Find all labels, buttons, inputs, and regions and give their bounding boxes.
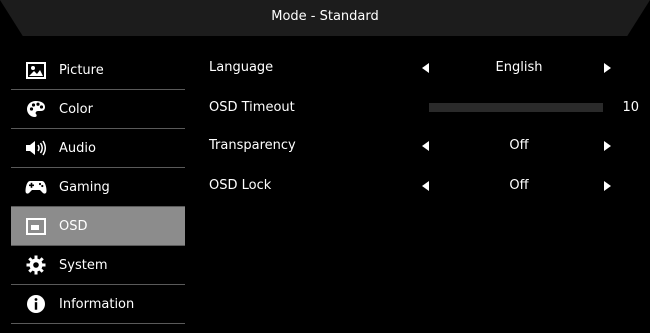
sidebar-item-gaming[interactable]: Gaming [11, 168, 185, 207]
sidebar-item-label: OSD [59, 218, 88, 234]
sidebar-item-label: System [59, 257, 108, 273]
arrow-left-icon[interactable] [422, 181, 429, 191]
sidebar-item-color[interactable]: Color [11, 90, 185, 129]
sidebar-item-audio[interactable]: Audio [11, 129, 185, 168]
palette-icon [25, 99, 47, 119]
info-icon [25, 294, 47, 314]
sidebar-item-label: Color [59, 101, 93, 117]
osd-menu: Mode - Standard Picture Color Audio Gami… [0, 0, 650, 333]
sidebar-item-osd[interactable]: OSD [11, 207, 185, 246]
osd-lock-setting[interactable]: OSD Lock Off [209, 176, 639, 196]
osd-timeout-setting[interactable]: OSD Timeout 10 [209, 98, 639, 118]
arrow-right-icon[interactable] [604, 63, 611, 73]
transparency-label: Transparency [209, 138, 296, 153]
sidebar-item-label: Gaming [59, 179, 110, 195]
sidebar-item-picture[interactable]: Picture [11, 51, 185, 90]
arrow-left-icon[interactable] [422, 63, 429, 73]
language-setting[interactable]: Language English [209, 58, 639, 78]
language-value: English [495, 60, 543, 75]
gamepad-icon [25, 177, 47, 197]
sidebar-item-system[interactable]: System [11, 246, 185, 285]
osd-timeout-label: OSD Timeout [209, 100, 295, 115]
arrow-right-icon[interactable] [604, 181, 611, 191]
osd-timeout-value: 10 [622, 100, 639, 115]
osd-lock-label: OSD Lock [209, 178, 272, 193]
osd-icon [25, 216, 47, 236]
gear-icon [25, 255, 47, 275]
arrow-left-icon[interactable] [422, 141, 429, 151]
osd-lock-value: Off [509, 178, 529, 193]
sidebar-item-label: Audio [59, 140, 96, 156]
sidebar: Picture Color Audio Gaming OSD System In… [11, 51, 185, 324]
arrow-right-icon[interactable] [604, 141, 611, 151]
sidebar-item-label: Information [59, 296, 135, 312]
language-label: Language [209, 60, 274, 75]
page-title: Mode - Standard [271, 9, 379, 24]
transparency-setting[interactable]: Transparency Off [209, 136, 639, 156]
speaker-icon [25, 138, 47, 158]
sidebar-item-label: Picture [59, 62, 104, 78]
osd-timeout-slider[interactable] [429, 103, 603, 112]
sidebar-item-information[interactable]: Information [11, 285, 185, 324]
transparency-value: Off [509, 138, 529, 153]
picture-icon [25, 60, 47, 80]
